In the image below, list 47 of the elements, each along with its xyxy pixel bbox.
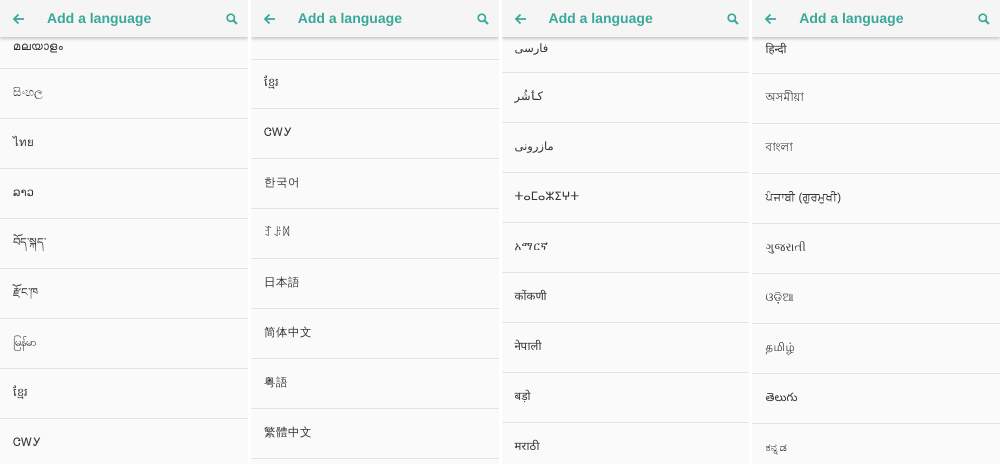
language-item[interactable]: සිංහල	[0, 69, 248, 119]
language-item[interactable]: ᏣᎳᎩ	[250, 109, 498, 159]
screen-title: Add a language	[298, 9, 403, 28]
language-item[interactable]: मराठी	[502, 423, 750, 464]
language-item[interactable]: कोंकणी	[502, 273, 750, 323]
language-item[interactable]: རྫོང་ཁ	[0, 269, 248, 319]
language-item[interactable]: தமிழ்	[752, 324, 1000, 374]
language-item[interactable]: ಕನ್ನಡ	[752, 424, 1000, 464]
language-item[interactable]: 简体中文	[250, 309, 498, 359]
language-item[interactable]: 한국어	[250, 159, 498, 209]
language-item[interactable]: ꆈꌠꉙ	[250, 209, 498, 259]
language-item[interactable]: ไทย	[0, 119, 248, 169]
back-arrow-icon[interactable]	[262, 12, 276, 24]
search-icon[interactable]	[226, 12, 238, 24]
language-item[interactable]: हिन्दी	[752, 37, 1000, 74]
language-item[interactable]: ᏣᎳᎩ	[0, 419, 248, 464]
language-item[interactable]: অসমীয়া	[752, 74, 1000, 124]
language-item[interactable]: ខ្មែរ	[250, 59, 498, 109]
search-icon[interactable]	[978, 12, 990, 24]
language-item[interactable]: 粤語	[250, 359, 498, 409]
language-item[interactable]: বাংলা	[752, 124, 1000, 174]
language-item[interactable]: മലയാളം	[0, 37, 248, 69]
back-arrow-icon[interactable]	[514, 12, 526, 24]
language-item[interactable]: مازرونی	[502, 123, 750, 173]
screen-title: Add a language	[799, 9, 904, 28]
language-item[interactable]: बड़ो	[502, 373, 750, 423]
language-item[interactable]: فارسی	[502, 37, 750, 73]
screen-title: Add a language	[548, 9, 654, 28]
language-item[interactable]: 繁體中文	[250, 409, 498, 459]
back-arrow-icon[interactable]	[12, 12, 25, 24]
language-item[interactable]: తెలుగు	[752, 374, 1000, 424]
language-item[interactable]: ខ្មែរ	[0, 369, 248, 419]
screen-title: Add a language	[47, 9, 152, 28]
language-item[interactable]: ⵜⴰⵎⴰⵣⵉⵖⵜ	[502, 173, 750, 223]
language-item[interactable]: नेपाली	[502, 323, 750, 373]
search-icon[interactable]	[476, 12, 488, 24]
language-item[interactable]: ગુજરાતી	[752, 224, 1000, 274]
search-icon[interactable]	[727, 12, 740, 24]
language-item[interactable]: 日本語	[250, 259, 498, 309]
language-item[interactable]: བོད་སྐད་	[0, 219, 248, 269]
language-item[interactable]: አማርኛ	[502, 223, 750, 273]
back-arrow-icon[interactable]	[764, 12, 778, 24]
language-item[interactable]: ລາວ	[0, 169, 248, 219]
language-item[interactable]: မြန်မာ	[0, 319, 248, 369]
language-item[interactable]: کٲشُر	[502, 73, 750, 123]
language-item[interactable]: ਪੰਜਾਬੀ (ਗੁਰਮੁਖੀ)	[752, 174, 1000, 224]
language-item[interactable]: ଓଡ଼ିଆ	[752, 274, 1000, 324]
